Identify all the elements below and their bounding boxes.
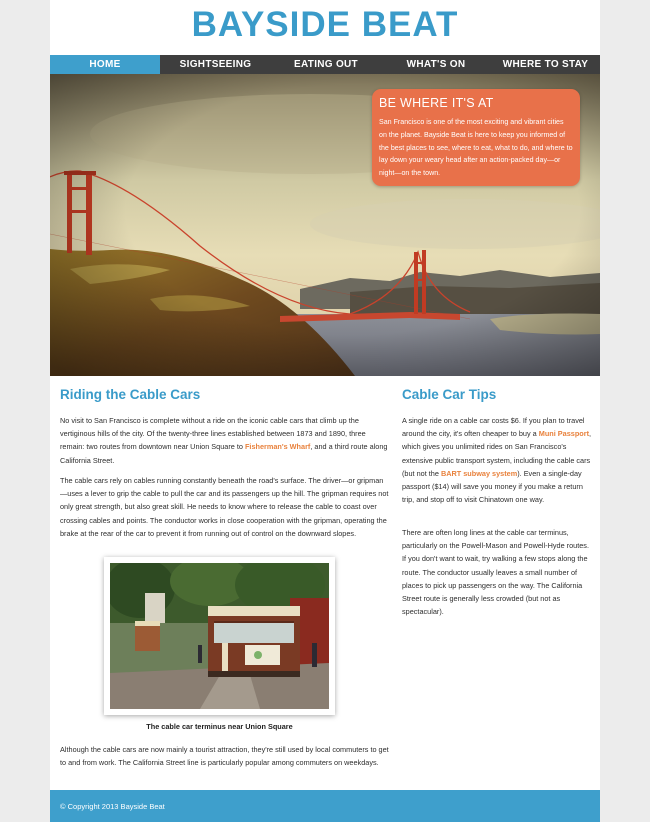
figure-caption: The cable car terminus near Union Square (146, 722, 293, 731)
copyright-text: © Copyright 2013 Bayside Beat (60, 802, 165, 811)
nav-item-whats-on[interactable]: WHAT'S ON (381, 55, 491, 74)
aside-paragraph-1: A single ride on a cable car costs $6. I… (402, 414, 592, 506)
main-nav: HOME SIGHTSEEING EATING OUT WHAT'S ON WH… (50, 55, 600, 74)
aside-heading: Cable Car Tips (402, 387, 497, 402)
page: BAYSIDE BEAT HOME SIGHTSEEING EATING OUT… (50, 0, 600, 822)
nav-item-home[interactable]: HOME (50, 55, 160, 74)
hero-banner: BE WHERE IT'S AT San Francisco is one of… (50, 74, 600, 376)
main-heading: Riding the Cable Cars (60, 387, 201, 402)
fishermans-wharf-link[interactable]: Fisherman's Wharf (245, 442, 310, 451)
footer: © Copyright 2013 Bayside Beat (50, 790, 600, 822)
be-where-its-at-callout: BE WHERE IT'S AT San Francisco is one of… (372, 89, 580, 186)
muni-passport-link[interactable]: Muni Passport (539, 429, 589, 438)
nav-item-sightseeing[interactable]: SIGHTSEEING (160, 55, 271, 74)
main-paragraph-2: The cable cars rely on cables running co… (60, 476, 389, 538)
callout-title: BE WHERE IT'S AT (379, 96, 494, 110)
aside-paragraph-2: There are often long lines at the cable … (402, 528, 589, 617)
nav-item-where-to-stay[interactable]: WHERE TO STAY (491, 55, 600, 74)
nav-item-eating-out[interactable]: EATING OUT (271, 55, 381, 74)
site-title: BAYSIDE BEAT (191, 5, 459, 44)
main-paragraph-3: Although the cable cars are now mainly a… (60, 745, 389, 768)
main-paragraph-1: No visit to San Francisco is complete wi… (60, 414, 390, 467)
cable-car-figure (104, 557, 335, 715)
bart-subway-link[interactable]: BART subway system (441, 469, 517, 478)
cable-car-photo (110, 563, 329, 709)
callout-text: San Francisco is one of the most excitin… (379, 118, 573, 178)
